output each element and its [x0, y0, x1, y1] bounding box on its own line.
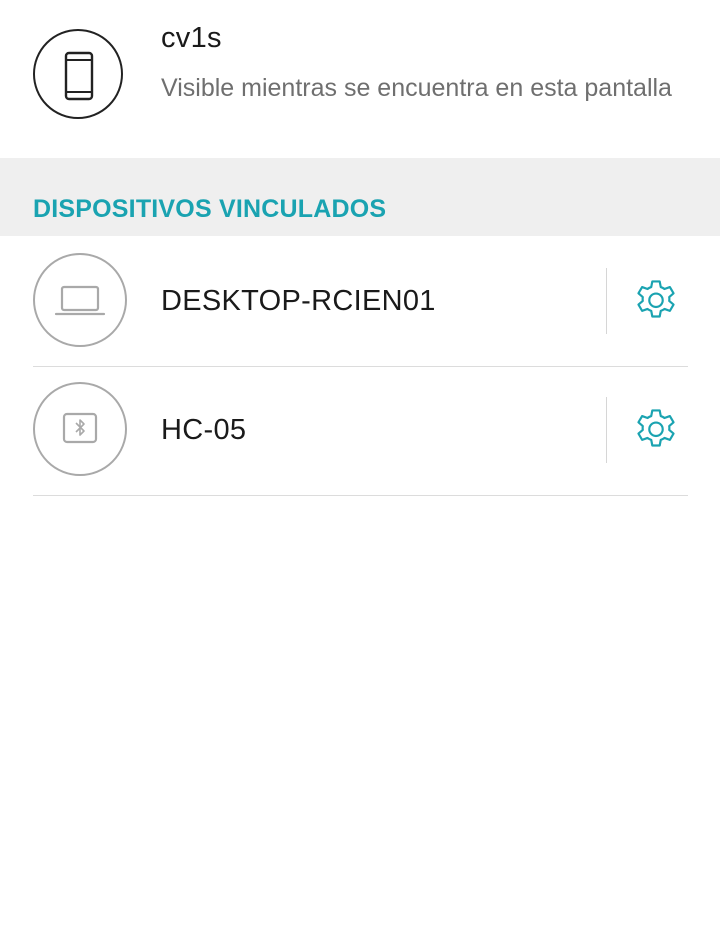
own-device-name: cv1s	[161, 22, 222, 54]
laptop-icon	[54, 285, 106, 316]
device-name: DESKTOP-RCIEN01	[161, 285, 436, 317]
paired-device-row[interactable]: DESKTOP-RCIEN01	[0, 238, 720, 367]
own-device-header: cv1s Visible mientras se encuentra en es…	[0, 0, 720, 158]
device-settings-button[interactable]	[626, 403, 686, 459]
paired-device-row[interactable]: HC-05	[0, 367, 720, 496]
row-divider	[33, 495, 688, 496]
bluetooth-screen: cv1s Visible mientras se encuentra en es…	[0, 0, 720, 949]
divider	[606, 268, 607, 334]
divider	[606, 397, 607, 463]
device-settings-button[interactable]	[626, 274, 686, 330]
visibility-status: Visible mientras se encuentra en esta pa…	[161, 74, 672, 102]
device-avatar	[33, 253, 127, 347]
paired-devices-header: DISPOSITIVOS VINCULADOS	[0, 158, 720, 236]
phone-icon	[64, 51, 94, 101]
device-name: HC-05	[161, 414, 247, 446]
gear-icon	[637, 280, 675, 318]
device-avatar	[33, 382, 127, 476]
bluetooth-icon	[62, 412, 98, 444]
own-device-avatar	[33, 29, 123, 119]
section-title: DISPOSITIVOS VINCULADOS	[33, 195, 387, 223]
gear-icon	[637, 409, 675, 447]
